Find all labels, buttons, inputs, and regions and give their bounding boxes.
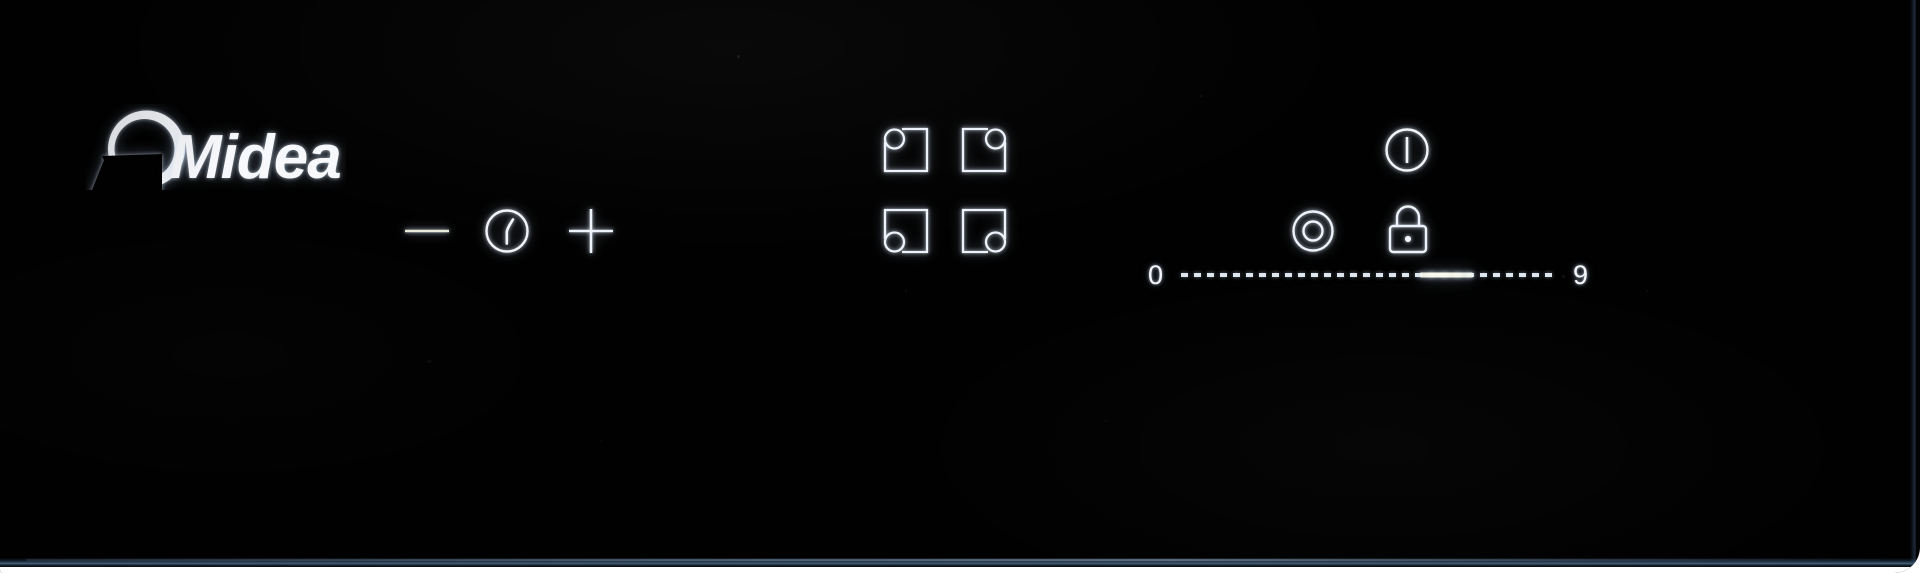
brand-wordmark: Midea	[170, 123, 341, 190]
dust-speck	[905, 290, 907, 292]
glass-edge-highlight	[26, 559, 1880, 561]
zone-top-left-icon	[883, 127, 929, 173]
dust-speck	[428, 360, 431, 363]
brand-logo: Midea	[86, 104, 346, 190]
clock-icon	[485, 209, 529, 253]
slider-fill-handle[interactable]	[1420, 272, 1473, 278]
glass-bottom-edge	[0, 558, 1920, 567]
zone-bottom-left-icon	[883, 208, 929, 254]
timer-increase-button[interactable]	[562, 203, 620, 259]
dust-speck	[1200, 95, 1202, 97]
child-lock-button[interactable]	[1381, 202, 1435, 260]
zone-bottom-right-icon	[961, 208, 1007, 254]
zone-rear-right-button[interactable]	[956, 122, 1014, 178]
power-level-slider[interactable]: 0 9	[1148, 252, 1588, 298]
slider-track-dots	[1181, 273, 1555, 277]
concentric-circles-icon	[1292, 210, 1334, 252]
power-icon	[1385, 128, 1429, 172]
timer-button[interactable]	[478, 202, 536, 260]
panel-base	[0, 567, 1920, 573]
dust-speck	[737, 55, 740, 58]
slider-max-label: 9	[1572, 259, 1588, 290]
keep-warm-button[interactable]	[1285, 203, 1341, 259]
zone-front-left-button[interactable]	[878, 203, 936, 259]
power-button[interactable]	[1379, 119, 1435, 181]
dust-speck	[600, 440, 602, 442]
zone-front-right-button[interactable]	[956, 203, 1014, 259]
timer-decrease-button[interactable]	[398, 205, 456, 257]
padlock-icon	[1388, 205, 1428, 254]
induction-hob-control-panel: Midea 0 9	[0, 0, 1920, 573]
slider-min-label: 0	[1148, 259, 1164, 290]
zone-top-right-icon	[961, 127, 1007, 173]
plus-icon	[569, 209, 613, 253]
slider-track[interactable]	[1181, 265, 1555, 285]
glass-vignette	[0, 0, 1920, 573]
dust-speck	[1105, 420, 1107, 422]
zone-rear-left-button[interactable]	[878, 122, 936, 178]
dust-speck	[1646, 290, 1648, 292]
glass-right-edge	[1910, 0, 1916, 567]
glass-sheen	[0, 0, 1920, 573]
